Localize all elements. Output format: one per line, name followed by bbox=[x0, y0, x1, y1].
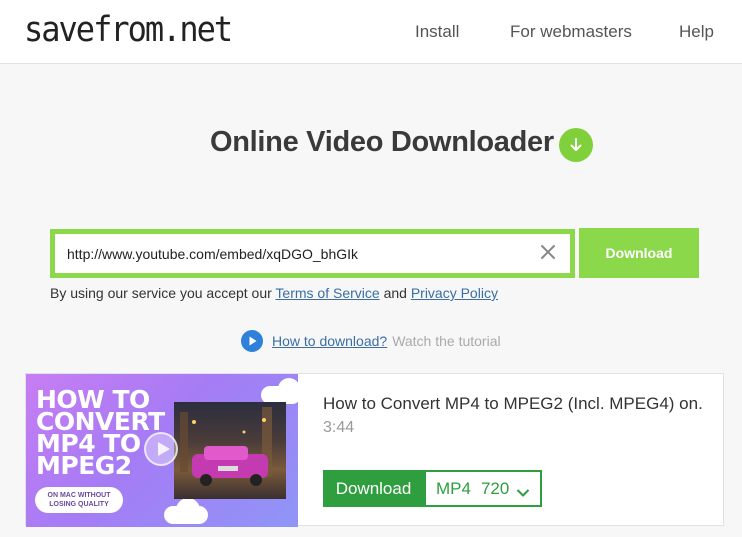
quality-value: 720 bbox=[480, 478, 510, 498]
terms-prefix: By using our service you accept our bbox=[50, 285, 272, 301]
video-duration: 3:44 bbox=[323, 419, 355, 436]
nav-for-webmasters[interactable]: For webmasters bbox=[510, 22, 632, 42]
video-download-button[interactable]: Download bbox=[323, 470, 424, 507]
play-circle-icon[interactable] bbox=[241, 330, 263, 352]
how-to-download: How to download? Watch the tutorial bbox=[241, 330, 501, 352]
watch-tutorial-hint: Watch the tutorial bbox=[392, 333, 501, 349]
nav-install[interactable]: Install bbox=[415, 22, 459, 42]
video-title: How to Convert MP4 to MPEG2 (Incl. MPEG4… bbox=[323, 394, 703, 413]
cloud-decoration bbox=[176, 498, 200, 522]
chevron-down-icon bbox=[516, 483, 530, 497]
thumbnail-headline: HOW TO CONVERT MP4 TO MPEG2 bbox=[36, 385, 165, 480]
thumbnail-pill: ON MAC WITHOUT LOSING QUALITY bbox=[35, 487, 123, 513]
url-search-box bbox=[50, 229, 575, 278]
terms-notice: By using our service you accept our Term… bbox=[50, 285, 498, 301]
terms-and: and bbox=[383, 285, 407, 301]
close-icon[interactable] bbox=[540, 244, 556, 260]
terms-of-service-link[interactable]: Terms of Service bbox=[275, 285, 379, 301]
privacy-policy-link[interactable]: Privacy Policy bbox=[411, 285, 498, 301]
nav-help[interactable]: Help bbox=[679, 22, 714, 42]
site-header: savefrom.net Install For webmasters Help bbox=[0, 0, 742, 64]
car-photo bbox=[174, 402, 286, 499]
video-thumbnail[interactable]: HOW TO CONVERT MP4 TO MPEG2 ON MAC WITHO… bbox=[26, 374, 298, 527]
format-select[interactable]: MP4 720 bbox=[424, 470, 542, 507]
format-value: MP4 bbox=[436, 478, 471, 498]
site-logo[interactable]: savefrom.net bbox=[24, 8, 233, 49]
download-button[interactable]: Download bbox=[579, 228, 699, 278]
download-arrow-icon bbox=[559, 128, 593, 162]
page-title: Online Video Downloader bbox=[210, 126, 554, 158]
cloud-decoration bbox=[278, 378, 298, 400]
how-to-download-link[interactable]: How to download? bbox=[272, 333, 387, 349]
video-result-card: HOW TO CONVERT MP4 TO MPEG2 ON MAC WITHO… bbox=[25, 373, 724, 527]
url-input[interactable] bbox=[67, 243, 527, 265]
